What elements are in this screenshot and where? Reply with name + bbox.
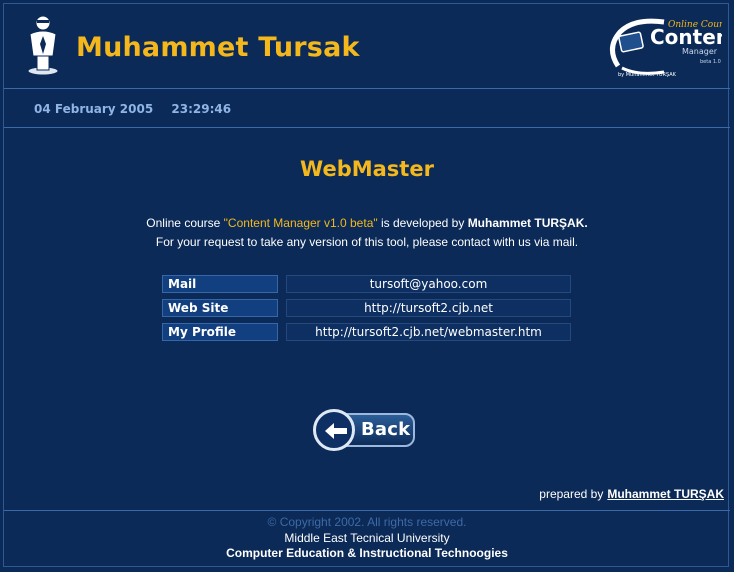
department: Computer Education & Instructional Techn… [226,546,508,560]
back-arrow-icon [313,409,355,451]
contact-table: Mail tursoft@yahoo.com Web Site http://t… [162,275,572,347]
current-date: 04 February 2005 [34,102,154,116]
back-button[interactable]: Back [313,409,417,453]
svg-text:by Muhammet TURŞAK: by Muhammet TURŞAK [618,72,677,78]
svg-text:Manager: Manager [682,47,718,56]
author-name: Muhammet TURŞAK. [467,216,588,230]
prepared-by-author-link[interactable]: Muhammet TURŞAK [607,487,724,501]
svg-text:Content: Content [650,25,722,49]
description: Online course "Content Manager v1.0 beta… [0,214,734,252]
content-manager-logo: Online Course Content Manager beta 1.0 b… [610,18,722,78]
description-line2: For your request to take any version of … [155,235,579,249]
profile-value[interactable]: http://tursoft2.cjb.net/webmaster.htm [286,323,571,341]
current-time: 23:29:46 [171,102,232,116]
prepared-by: prepared by Muhammet TURŞAK [539,487,724,501]
contact-row-website: Web Site http://tursoft2.cjb.net [162,299,572,323]
contact-row-mail: Mail tursoft@yahoo.com [162,275,572,299]
datetime-divider [4,127,730,128]
profile-label: My Profile [162,323,278,341]
description-line1: Online course "Content Manager v1.0 beta… [146,216,588,230]
product-name: "Content Manager v1.0 beta" [223,216,378,230]
mail-label: Mail [162,275,278,293]
page-heading: WebMaster [300,157,434,181]
mail-value[interactable]: tursoft@yahoo.com [286,275,571,293]
site-title: Muhammet Tursak [76,32,360,63]
footer: © Copyright 2002. All rights reserved. M… [0,515,734,562]
website-label: Web Site [162,299,278,317]
header-divider [4,88,730,89]
footer-divider [4,510,730,511]
back-button-label: Back [361,419,411,440]
datetime: 04 February 2005 23:29:46 [34,102,245,116]
copyright: © Copyright 2002. All rights reserved. [267,515,467,529]
contact-row-profile: My Profile http://tursoft2.cjb.net/webma… [162,323,572,347]
prepared-by-prefix: prepared by [539,487,604,501]
header: Muhammet Tursak Online Course Content Ma… [4,4,730,86]
svg-text:beta 1.0: beta 1.0 [700,59,721,65]
website-value[interactable]: http://tursoft2.cjb.net [286,299,571,317]
university: Middle East Tecnical University [284,530,450,545]
person-logo-icon [27,15,59,76]
